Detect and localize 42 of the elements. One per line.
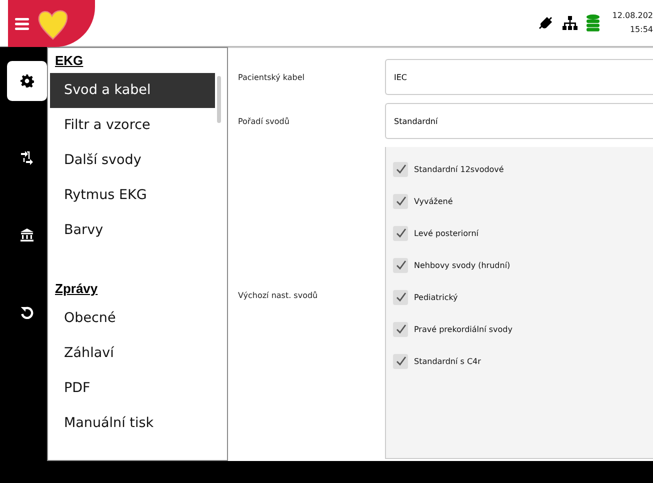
checkbox-label: Pediatrický [414,292,458,302]
checkbox[interactable] [393,290,408,304]
checkbox-label: Standardní s C4r [414,356,481,366]
menu-item[interactable]: Filtr a vzorce [50,108,215,143]
network-icon [562,15,578,31]
checkbox-label: Standardní 12svodové [414,164,504,174]
menu-icon[interactable] [14,16,30,30]
field-label: Výchozí nast. svodů [237,291,319,302]
scrollbar[interactable] [217,76,221,123]
arrows-icon [20,150,34,166]
time-text: 15:54 [630,24,653,36]
checkbox-label: Levé posteriorní [414,228,478,238]
checkbox[interactable] [393,194,408,208]
field-label: Pořadí svodů [237,116,290,126]
settings-icon [20,74,34,88]
checkbox[interactable] [393,354,408,368]
section-heading: Zprávy [54,281,99,298]
menu-item[interactable]: PDF [50,371,215,406]
dropdown-field[interactable]: IEC [385,59,653,95]
menu-item[interactable]: Rytmus EKG [50,178,215,213]
menu-item[interactable]: Barvy [50,213,215,248]
checkbox[interactable] [393,322,408,336]
menu-item[interactable]: Další svody [50,143,215,178]
checkbox-label: Nehbovy svody (hrudní) [414,260,510,270]
plug-icon [538,15,554,31]
field-label: Pacientský kabel [237,72,306,82]
bank-icon [20,228,34,242]
checkbox[interactable] [393,162,408,176]
database-icon [586,14,600,32]
menu-item[interactable]: Obecné [50,301,215,336]
menu-item[interactable]: Záhlaví [50,336,215,371]
date-text: 12.08.202 [612,10,653,22]
checkbox-label: Pravé prekordiální svody [414,324,512,334]
undo-icon [20,305,34,319]
section-heading: EKG [54,53,84,70]
checkbox-label: Vyvážené [414,196,453,206]
checkbox[interactable] [393,226,408,240]
checkbox[interactable] [393,258,408,272]
rail-settings-button[interactable] [7,61,47,101]
menu-item[interactable]: Svod a kabel [50,73,215,108]
menu-item[interactable]: Manuální tisk [50,406,215,441]
dropdown-field[interactable]: Standardní [385,103,653,139]
